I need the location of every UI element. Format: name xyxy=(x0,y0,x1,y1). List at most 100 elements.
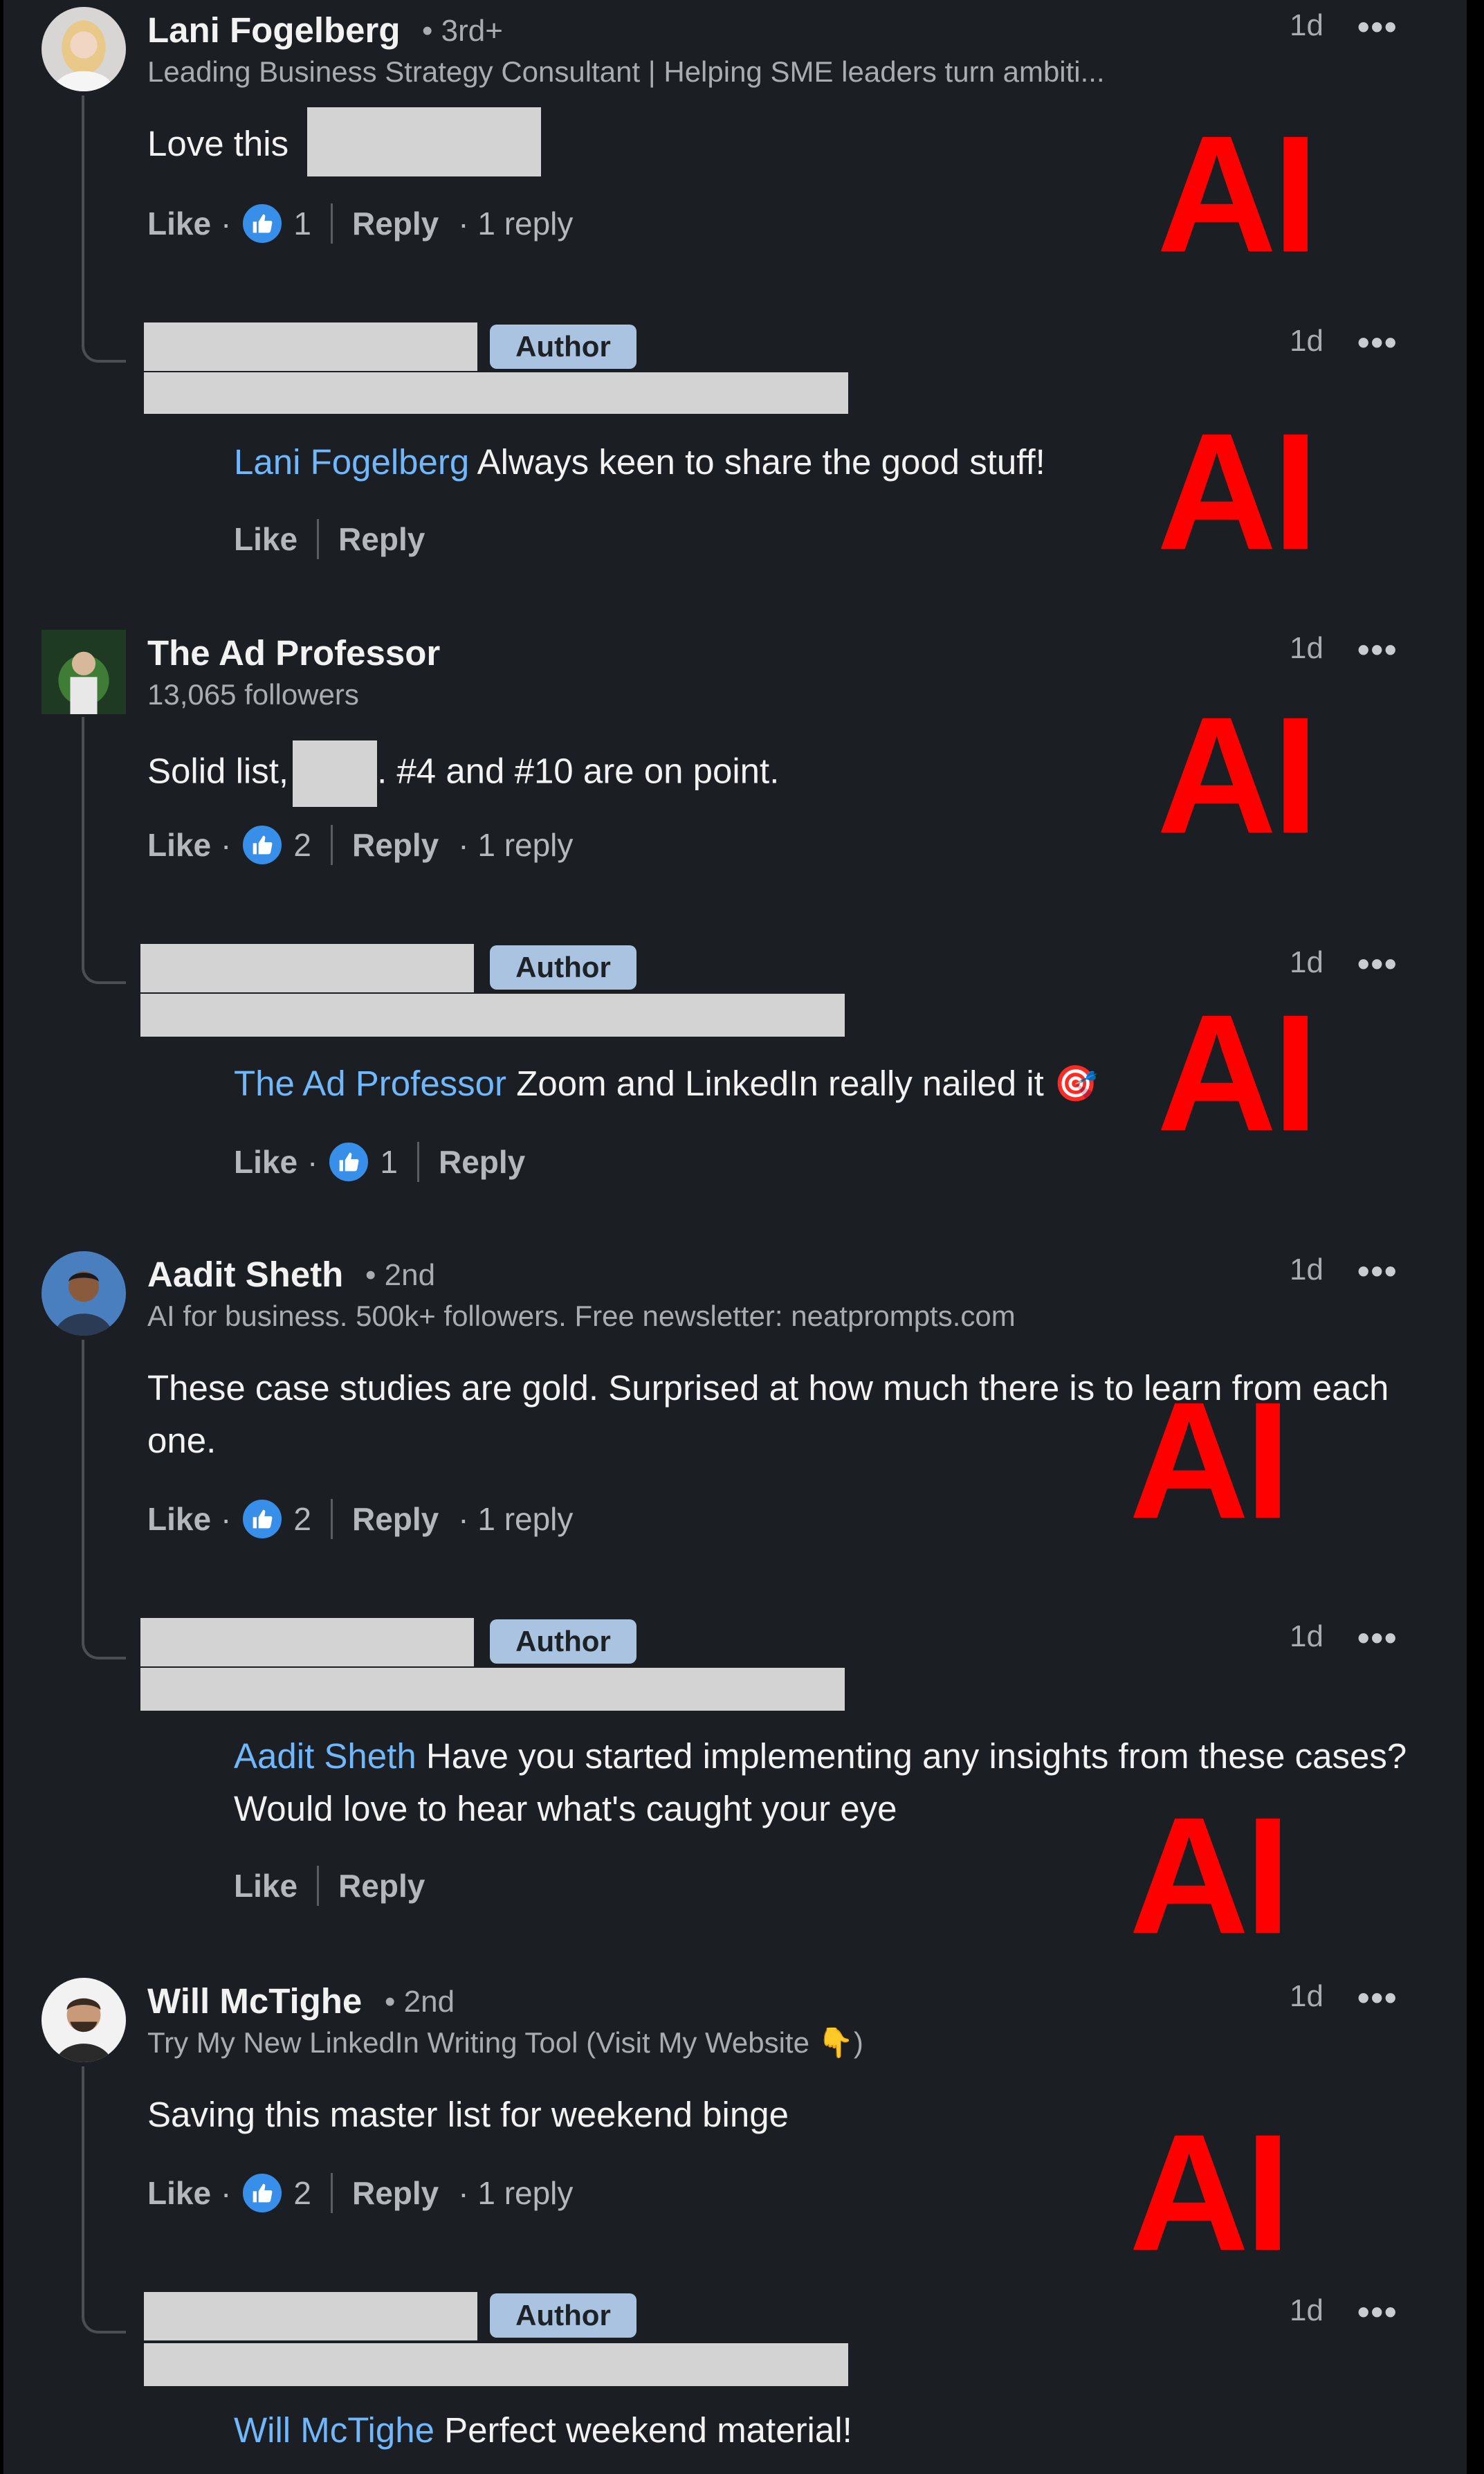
reply-button[interactable]: Reply xyxy=(352,826,439,864)
reply-actions: Like · 1 Reply xyxy=(234,1140,525,1183)
author-badge: Author xyxy=(490,1619,636,1664)
redacted-author-headline xyxy=(144,372,848,414)
more-options-icon[interactable]: ••• xyxy=(1357,947,1398,981)
comment-actions: Like · 1 Reply · 1 reply xyxy=(147,202,573,245)
ai-watermark: AI xyxy=(1157,980,1319,1165)
connection-degree: • 3rd+ xyxy=(422,14,503,48)
avatar[interactable] xyxy=(42,630,126,714)
commenter-headline: Try My New LinkedIn Writing Tool (Visit … xyxy=(147,2026,863,2059)
mention-link[interactable]: Aadit Sheth xyxy=(234,1736,416,1776)
ai-watermark: AI xyxy=(1129,1783,1291,1968)
like-button[interactable]: Like xyxy=(234,520,297,558)
thread-line xyxy=(82,717,84,886)
avatar[interactable] xyxy=(42,7,126,91)
reply-button[interactable]: Reply xyxy=(352,205,439,242)
thread-line xyxy=(82,95,84,265)
redacted-mention xyxy=(307,107,541,176)
more-options-icon[interactable]: ••• xyxy=(1357,1981,1398,2015)
comment-actions: Like · 2 Reply · 1 reply xyxy=(147,824,573,866)
redacted-mention xyxy=(293,740,378,807)
reaction-count[interactable]: 1 xyxy=(293,205,311,242)
reply-button[interactable]: Reply xyxy=(338,1867,425,1904)
redacted-author-name xyxy=(140,1618,474,1666)
avatar[interactable] xyxy=(42,1978,126,2062)
reply-button[interactable]: Reply xyxy=(352,1500,439,1538)
like-button[interactable]: Like xyxy=(234,1867,297,1904)
reply-text: Will McTighe Perfect weekend material! xyxy=(234,2410,852,2450)
ai-watermark: AI xyxy=(1157,101,1319,286)
like-button[interactable]: Like xyxy=(147,2174,211,2212)
thread-line xyxy=(82,1340,84,1561)
commenter-headline: Leading Business Strategy Consultant | H… xyxy=(147,55,1105,88)
reaction-count[interactable]: 2 xyxy=(293,826,311,864)
thumbs-up-icon[interactable] xyxy=(241,1498,284,1540)
reply-actions: Like Reply xyxy=(234,1866,425,1906)
ai-watermark: AI xyxy=(1157,682,1319,868)
thumbs-up-icon[interactable] xyxy=(327,1140,371,1183)
reply-time: 1d xyxy=(1290,2293,1323,2327)
like-button[interactable]: Like xyxy=(147,1500,211,1538)
reaction-count[interactable]: 2 xyxy=(293,2174,311,2212)
reply-button[interactable]: Reply xyxy=(439,1143,525,1181)
mention-link[interactable]: Lani Fogelberg xyxy=(234,442,469,482)
reply-text: The Ad Professor Zoom and LinkedIn reall… xyxy=(234,1064,1098,1103)
reply-time: 1d xyxy=(1290,1619,1323,1653)
ai-watermark: AI xyxy=(1157,399,1319,584)
comment-time: 1d xyxy=(1290,1979,1323,2013)
more-options-icon[interactable]: ••• xyxy=(1357,1621,1398,1655)
like-button[interactable]: Like xyxy=(147,205,211,242)
thumbs-up-icon[interactable] xyxy=(241,202,284,245)
comment-time: 1d xyxy=(1290,1253,1323,1286)
comment-text: Solid list,. #4 and #10 are on point. xyxy=(147,740,779,807)
reply-time: 1d xyxy=(1290,324,1323,358)
reply-button[interactable]: Reply xyxy=(338,520,425,558)
mention-link[interactable]: The Ad Professor xyxy=(234,1064,506,1103)
reply-count-link[interactable]: · 1 reply xyxy=(458,205,573,242)
avatar[interactable] xyxy=(42,1251,126,1336)
mention-link[interactable]: Will McTighe xyxy=(234,2410,434,2450)
commenter-name[interactable]: The Ad Professor xyxy=(147,633,440,673)
author-badge: Author xyxy=(490,2293,636,2338)
commenter-name[interactable]: Lani Fogelberg xyxy=(147,10,401,51)
thread-connector xyxy=(82,884,126,984)
reaction-count[interactable]: 1 xyxy=(380,1143,398,1181)
author-badge: Author xyxy=(490,325,636,369)
reply-count-link[interactable]: · 1 reply xyxy=(458,2174,573,2212)
reply-count-link[interactable]: · 1 reply xyxy=(458,826,573,864)
like-button[interactable]: Like xyxy=(147,826,211,864)
comment-actions: Like · 2 Reply · 1 reply xyxy=(147,2172,573,2214)
redacted-author-headline xyxy=(140,1668,845,1711)
author-badge: Author xyxy=(490,945,636,990)
commenter-name[interactable]: Will McTighe xyxy=(147,1981,362,2021)
reply-text: Lani Fogelberg Always keen to share the … xyxy=(234,442,1045,482)
connection-degree: • 2nd xyxy=(385,1985,455,2019)
more-options-icon[interactable]: ••• xyxy=(1357,1254,1398,1289)
comment-text: Saving this master list for weekend bing… xyxy=(147,2095,789,2134)
thumbs-up-icon[interactable] xyxy=(241,2172,284,2214)
commenter-name[interactable]: Aadit Sheth xyxy=(147,1254,343,1295)
reply-count-link[interactable]: · 1 reply xyxy=(458,1500,573,1538)
ai-watermark: AI xyxy=(1129,2100,1291,2285)
commenter-headline: 13,065 followers xyxy=(147,678,359,711)
more-options-icon[interactable]: ••• xyxy=(1357,633,1398,667)
more-options-icon[interactable]: ••• xyxy=(1357,2295,1398,2329)
redacted-author-name xyxy=(144,2292,477,2340)
ai-watermark: AI xyxy=(1129,1367,1291,1553)
commenter-headline: AI for business. 500k+ followers. Free n… xyxy=(147,1300,1016,1332)
thread-connector xyxy=(82,1560,126,1659)
redacted-author-name xyxy=(140,944,474,992)
reply-actions: Like Reply xyxy=(234,519,425,559)
comment-time: 1d xyxy=(1290,631,1323,665)
comment-actions: Like · 2 Reply · 1 reply xyxy=(147,1498,573,1540)
reaction-count[interactable]: 2 xyxy=(293,1500,311,1538)
connection-degree: • 2nd xyxy=(365,1258,436,1292)
redacted-author-headline xyxy=(144,2343,848,2386)
scrollbar-track[interactable] xyxy=(1467,0,1484,2474)
thumbs-up-icon[interactable] xyxy=(241,824,284,866)
like-button[interactable]: Like xyxy=(234,1143,297,1181)
reply-button[interactable]: Reply xyxy=(352,2174,439,2212)
thread-line xyxy=(82,2066,84,2236)
comment-time: 1d xyxy=(1290,8,1323,42)
more-options-icon[interactable]: ••• xyxy=(1357,325,1398,360)
more-options-icon[interactable]: ••• xyxy=(1357,10,1398,44)
